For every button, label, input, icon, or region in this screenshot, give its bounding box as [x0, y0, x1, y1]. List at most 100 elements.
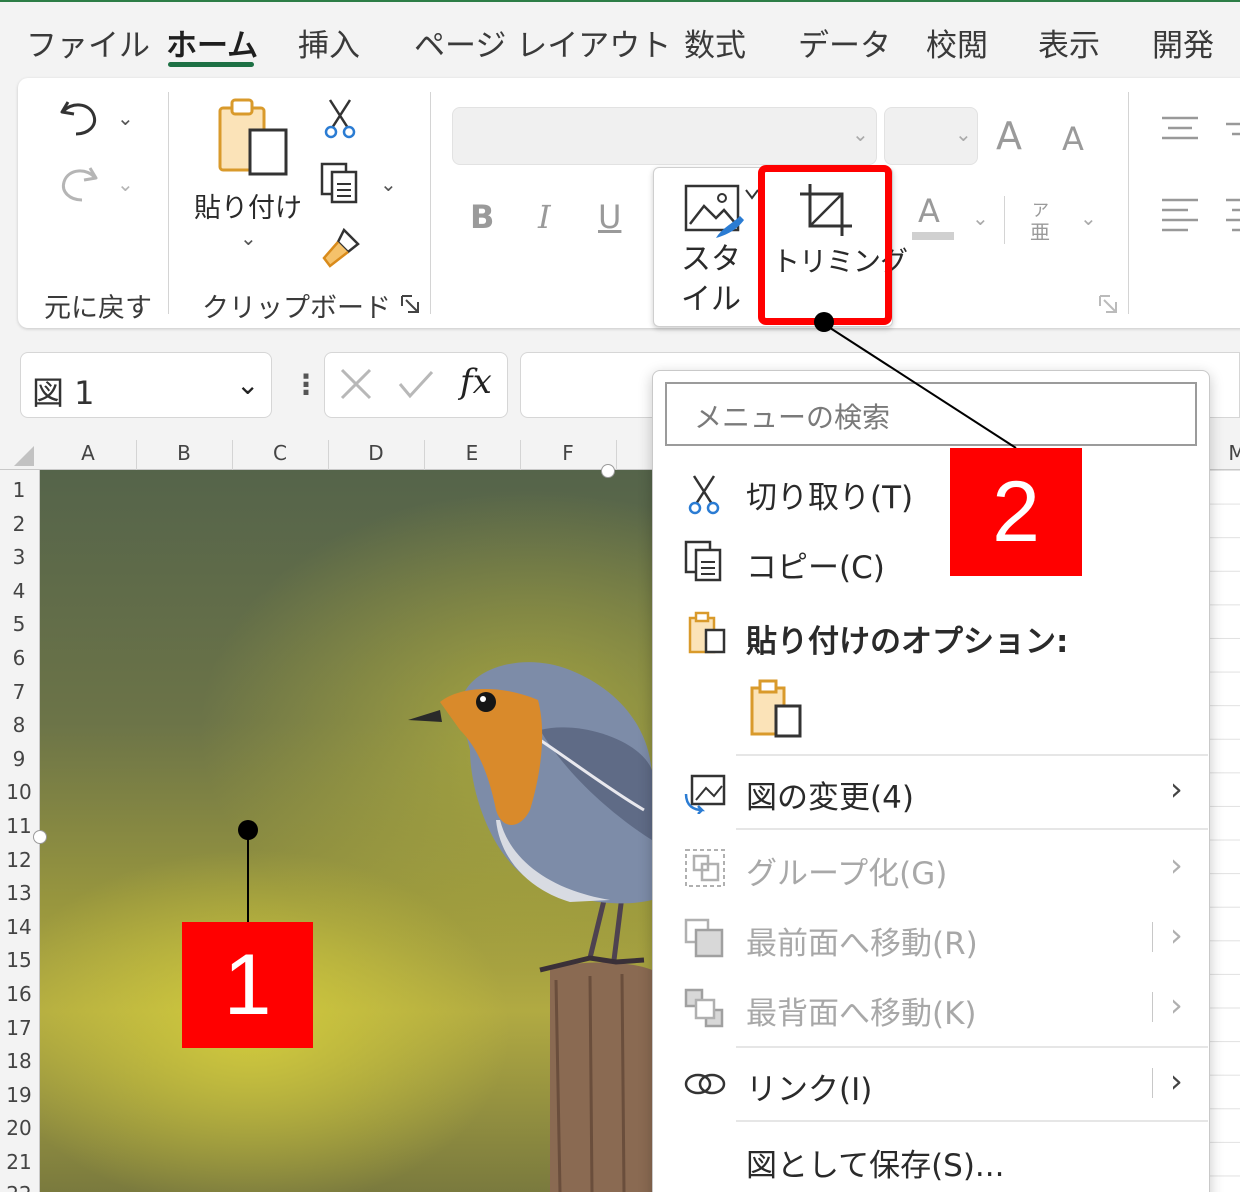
split-divider [1152, 992, 1153, 1022]
format-painter-icon[interactable] [318, 226, 364, 272]
menu-item-link[interactable]: リンク(I) [746, 1064, 872, 1109]
grow-font-button[interactable]: A [996, 114, 1022, 158]
menu-item-send-to-back[interactable]: 最背面へ移動(K) [746, 988, 977, 1033]
group-icon [685, 849, 725, 887]
font-color-button[interactable]: A [918, 192, 940, 230]
paste-button-label[interactable]: 貼り付け [194, 186, 302, 225]
redo-icon[interactable] [56, 160, 102, 206]
paste-option-keep-source-icon[interactable] [748, 678, 804, 740]
row-header[interactable]: 7 [0, 680, 38, 704]
change-picture-icon [684, 774, 726, 814]
menu-divider [736, 754, 1208, 756]
row-header[interactable]: 13 [0, 881, 38, 905]
copy-dropdown-icon[interactable]: ⌄ [380, 172, 397, 196]
shrink-font-button[interactable]: A [1062, 120, 1084, 158]
dialog-launcher-icon[interactable] [400, 294, 422, 316]
undo-icon[interactable] [56, 94, 102, 140]
column-divider [328, 440, 329, 470]
row-header[interactable]: 5 [0, 612, 38, 636]
copy-icon[interactable] [318, 160, 364, 206]
tab-insert[interactable]: 挿入 [298, 20, 360, 65]
phonetic-dropdown-icon[interactable]: ⌄ [1080, 206, 1097, 230]
tab-file[interactable]: ファイル [26, 20, 150, 65]
confirm-entry-icon[interactable] [396, 366, 436, 402]
name-box-dropdown-icon[interactable]: ⌄ [236, 368, 259, 401]
font-name-combobox[interactable] [452, 107, 877, 165]
menu-divider [736, 1120, 1208, 1122]
tab-view[interactable]: 表示 [1038, 20, 1100, 65]
tab-data[interactable]: データ [798, 20, 891, 65]
cut-icon[interactable] [322, 96, 358, 140]
row-header[interactable]: 17 [0, 1016, 38, 1040]
row-header[interactable]: 16 [0, 982, 38, 1006]
undo-group-label: 元に戻す [44, 293, 152, 324]
align-center-icon[interactable] [1224, 196, 1240, 236]
row-header[interactable]: 3 [0, 545, 38, 569]
row-header[interactable]: 9 [0, 747, 38, 771]
menu-item-save-as-picture[interactable]: 図として保存(S)... [746, 1140, 1005, 1185]
group-separator [168, 92, 169, 314]
column-header-f[interactable]: F [520, 441, 616, 465]
robin-image [408, 662, 652, 1192]
row-header[interactable]: 20 [0, 1116, 38, 1140]
row-header[interactable]: 8 [0, 713, 38, 737]
more-options-icon[interactable]: ⋮ [292, 368, 320, 401]
tab-home[interactable]: ホーム [166, 20, 258, 65]
align-top-icon[interactable] [1160, 114, 1200, 146]
tab-formulas[interactable]: 数式 [684, 20, 746, 65]
picture-style-label[interactable]: スタイル [676, 240, 746, 320]
menu-item-copy[interactable]: コピー(C) [746, 542, 885, 587]
tab-page-layout[interactable]: ページ レイアウト [414, 20, 671, 65]
resize-handle[interactable] [33, 830, 47, 844]
menu-item-cut[interactable]: 切り取り(T) [746, 472, 913, 517]
row-header[interactable]: 4 [0, 579, 38, 603]
underline-button[interactable]: U [598, 198, 621, 236]
phonetic-guide-bottom[interactable]: 亜 [1030, 216, 1050, 245]
font-size-dropdown-icon[interactable]: ⌄ [955, 122, 972, 146]
align-left-icon[interactable] [1160, 196, 1200, 236]
menu-item-bring-to-front[interactable]: 最前面へ移動(R) [746, 918, 978, 963]
column-header-d[interactable]: D [328, 441, 424, 465]
row-header[interactable]: 15 [0, 948, 38, 972]
italic-button[interactable]: I [538, 198, 551, 236]
menu-divider [736, 1046, 1208, 1048]
insert-function-button[interactable]: fx [460, 362, 492, 402]
bold-button[interactable]: B [470, 198, 494, 236]
menu-item-group[interactable]: グループ化(G) [746, 848, 947, 893]
row-header[interactable]: 12 [0, 848, 38, 872]
row-header[interactable]: 1 [0, 478, 38, 502]
row-header[interactable]: 19 [0, 1083, 38, 1107]
callout-2-line [823, 323, 1017, 449]
column-header-c[interactable]: C [232, 441, 328, 465]
column-header-e[interactable]: E [424, 441, 520, 465]
row-header[interactable]: 14 [0, 915, 38, 939]
font-dialog-launcher-icon[interactable] [1098, 294, 1120, 316]
font-name-dropdown-icon[interactable]: ⌄ [852, 122, 869, 146]
column-header-a[interactable]: A [40, 441, 136, 465]
column-divider [136, 440, 137, 470]
column-header-m[interactable]: M [1222, 441, 1240, 465]
row-header[interactable]: 18 [0, 1049, 38, 1073]
cancel-entry-icon[interactable] [338, 366, 374, 402]
select-all-icon[interactable] [10, 444, 36, 468]
row-header[interactable]: 10 [0, 780, 38, 804]
row-header[interactable]: 21 [0, 1150, 38, 1174]
picture-style-icon[interactable] [682, 180, 760, 242]
row-header[interactable]: 2 [0, 512, 38, 536]
menu-item-change-picture[interactable]: 図の変更(4) [746, 772, 914, 817]
resize-handle[interactable] [601, 464, 615, 478]
undo-dropdown-icon[interactable]: ⌄ [117, 106, 134, 130]
paste-dropdown-icon[interactable]: ⌄ [240, 226, 257, 250]
chevron-right-icon: › [1170, 916, 1183, 954]
paste-icon[interactable] [214, 96, 290, 180]
tab-review[interactable]: 校閲 [926, 20, 988, 65]
redo-dropdown-icon[interactable]: ⌄ [117, 172, 134, 196]
row-header[interactable]: 22 [0, 1182, 38, 1192]
font-color-dropdown-icon[interactable]: ⌄ [972, 206, 989, 230]
row-header[interactable]: 6 [0, 646, 38, 670]
align-middle-icon[interactable] [1224, 114, 1240, 146]
chevron-right-icon: › [1170, 986, 1183, 1024]
column-header-b[interactable]: B [136, 441, 232, 465]
tab-developer[interactable]: 開発 [1152, 20, 1214, 65]
column-divider [232, 440, 233, 470]
